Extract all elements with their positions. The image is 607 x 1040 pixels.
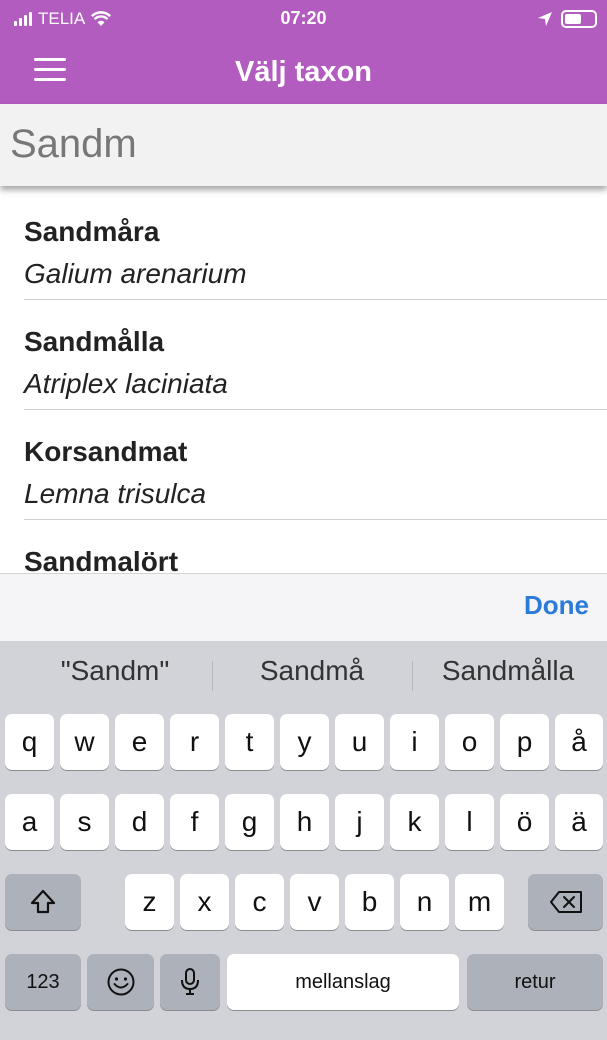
done-button[interactable]: Done xyxy=(524,590,589,621)
page-title: Välj taxon xyxy=(235,56,372,88)
backspace-key[interactable] xyxy=(528,874,603,930)
suggestion-divider xyxy=(412,661,413,691)
key[interactable]: k xyxy=(390,794,439,850)
numbers-key[interactable]: 123 xyxy=(5,954,81,1010)
taxon-name: Sandmålla xyxy=(24,326,165,357)
list-item[interactable]: Sandmålla Atriplex laciniata xyxy=(0,300,607,410)
suggestion-item[interactable]: Sandmå xyxy=(214,655,410,687)
suggestion-bar: "Sandm" Sandmå Sandmålla xyxy=(0,641,607,705)
key[interactable]: n xyxy=(400,874,449,930)
search-input[interactable] xyxy=(10,116,590,172)
search-bar xyxy=(0,104,607,186)
return-key[interactable]: retur xyxy=(467,954,603,1010)
key[interactable]: å xyxy=(555,714,603,770)
keyboard: "Sandm" Sandmå Sandmålla q w e r t y u i… xyxy=(0,641,607,1040)
result-list: Sandmåra Galium arenarium Sandmålla Atri… xyxy=(0,190,607,573)
key[interactable]: m xyxy=(455,874,504,930)
key[interactable]: z xyxy=(125,874,174,930)
taxon-scientific-name: Lemna trisulca xyxy=(24,478,207,509)
key[interactable]: q xyxy=(5,714,54,770)
suggestion-item[interactable]: Sandmålla xyxy=(414,655,602,687)
backspace-icon xyxy=(549,891,582,913)
key[interactable]: j xyxy=(335,794,384,850)
taxon-scientific-name: Galium arenarium xyxy=(24,258,247,289)
emoji-icon xyxy=(107,968,134,996)
key[interactable]: o xyxy=(445,714,494,770)
key[interactable]: t xyxy=(225,714,274,770)
key[interactable]: c xyxy=(235,874,284,930)
suggestion-divider xyxy=(212,661,213,691)
key[interactable]: w xyxy=(60,714,109,770)
shift-icon xyxy=(30,889,56,914)
taxon-name: Sandmåra xyxy=(24,216,160,247)
key[interactable]: y xyxy=(280,714,329,770)
key[interactable]: l xyxy=(445,794,494,850)
suggestion-item[interactable]: "Sandm" xyxy=(20,655,210,687)
key[interactable]: u xyxy=(335,714,384,770)
key[interactable]: a xyxy=(5,794,54,850)
key[interactable]: x xyxy=(180,874,229,930)
taxon-name: Sandmalört xyxy=(24,546,179,573)
space-key[interactable]: mellanslag xyxy=(227,954,459,1010)
key[interactable]: v xyxy=(290,874,339,930)
taxon-scientific-name: Atriplex laciniata xyxy=(24,368,228,399)
shift-key[interactable] xyxy=(5,874,81,930)
keyboard-accessory-bar: Done xyxy=(0,573,607,641)
key[interactable]: f xyxy=(170,794,219,850)
key[interactable]: ö xyxy=(500,794,549,850)
status-time: 07:20 xyxy=(280,8,327,28)
battery-icon xyxy=(561,10,597,28)
status-right xyxy=(537,10,597,28)
nav-bar: Välj taxon xyxy=(0,38,607,104)
key[interactable]: s xyxy=(60,794,109,850)
list-item[interactable]: Korsandmat Lemna trisulca xyxy=(0,410,607,520)
emoji-key[interactable] xyxy=(87,954,154,1010)
key[interactable]: d xyxy=(115,794,164,850)
key[interactable]: p xyxy=(500,714,549,770)
key[interactable]: ä xyxy=(555,794,603,850)
location-arrow-icon xyxy=(538,12,552,26)
key[interactable]: i xyxy=(390,714,439,770)
list-item[interactable]: Sandmalört xyxy=(0,520,607,573)
microphone-icon xyxy=(181,968,199,995)
key[interactable]: h xyxy=(280,794,329,850)
taxon-name: Korsandmat xyxy=(24,436,188,467)
key[interactable]: r xyxy=(170,714,219,770)
key[interactable]: b xyxy=(345,874,394,930)
key[interactable]: e xyxy=(115,714,164,770)
list-item[interactable]: Sandmåra Galium arenarium xyxy=(0,190,607,300)
status-bar: TELIA 07:20 xyxy=(0,0,607,38)
key[interactable]: g xyxy=(225,794,274,850)
dictation-key[interactable] xyxy=(160,954,220,1010)
